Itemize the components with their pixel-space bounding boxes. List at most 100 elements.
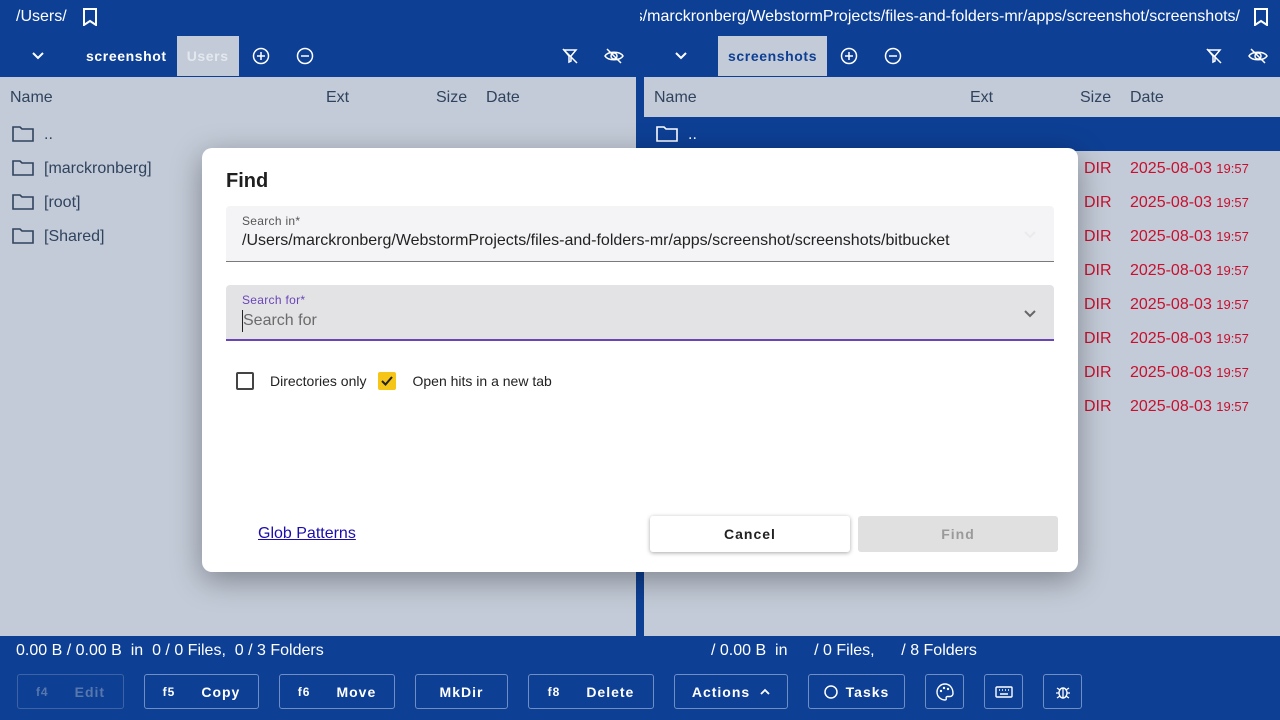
file-name: [root] [44, 194, 81, 211]
delete-button[interactable]: f8 Delete [528, 674, 654, 709]
column-date[interactable]: Date [486, 89, 520, 107]
chevron-up-icon [760, 688, 770, 695]
tab-users[interactable]: Users [176, 35, 239, 76]
cancel-button[interactable]: Cancel [650, 516, 850, 552]
table-row[interactable]: .. [0, 117, 636, 151]
plus-circle-icon [840, 47, 858, 64]
folder-icon [12, 126, 34, 142]
folder-icon [12, 228, 34, 244]
directories-only-checkbox[interactable] [236, 372, 254, 390]
folder-icon [12, 160, 34, 176]
glob-patterns-link[interactable]: Glob Patterns [258, 525, 356, 543]
find-dialog: Find Search in* /Users/marckronberg/Webs… [202, 148, 1078, 572]
right-path-bar: /Users/marckronberg/WebstormProjects/fil… [640, 0, 1280, 34]
file-date: 2025-08-03 19:57 [1130, 296, 1249, 313]
file-date: 2025-08-03 19:57 [1130, 228, 1249, 245]
directories-only-label[interactable]: Directories only [270, 373, 366, 389]
right-tabs-menu-button[interactable] [644, 36, 718, 76]
clear-filter-button[interactable] [1192, 36, 1236, 76]
column-ext[interactable]: Ext [970, 89, 993, 107]
filter-off-icon [562, 47, 578, 64]
chevron-down-icon [675, 51, 687, 59]
column-name[interactable]: Name [654, 89, 697, 107]
toggle-hidden-button[interactable] [1236, 36, 1280, 76]
options-row: Directories only Open hits in a new tab [236, 372, 552, 390]
column-name[interactable]: Name [10, 89, 53, 107]
mkdir-button[interactable]: MkDir [415, 674, 508, 709]
chevron-down-icon[interactable] [1020, 303, 1040, 323]
folder-icon [12, 194, 34, 210]
move-button[interactable]: f6 Move [279, 674, 395, 709]
palette-icon [935, 682, 954, 701]
file-date: 2025-08-03 19:57 [1130, 194, 1249, 211]
tab-screenshot[interactable]: screenshot [76, 36, 177, 76]
file-size: DIR [1084, 330, 1112, 347]
left-status: 0.00 B / 0.00 B in 0 / 0 Files, 0 / 3 Fo… [16, 642, 324, 659]
open-new-tab-checkbox[interactable] [378, 372, 397, 390]
minus-circle-icon [296, 47, 313, 64]
column-size[interactable]: Size [1080, 89, 1111, 107]
table-row[interactable]: .. [644, 117, 1280, 151]
file-size: DIR [1084, 364, 1112, 381]
tasks-button[interactable]: Tasks [808, 674, 905, 709]
right-path-text[interactable]: /Users/marckronberg/WebstormProjects/fil… [640, 8, 1240, 26]
column-date[interactable]: Date [1130, 89, 1164, 107]
find-button[interactable]: Find [858, 516, 1058, 552]
file-date: 2025-08-03 19:57 [1130, 364, 1249, 381]
file-name: [Shared] [44, 228, 105, 245]
open-new-tab-label[interactable]: Open hits in a new tab [412, 373, 551, 389]
file-name: .. [688, 126, 697, 143]
search-for-field[interactable]: Search for* [226, 285, 1054, 341]
dialog-title: Find [226, 170, 269, 192]
search-in-label: Search in* [242, 214, 301, 228]
file-size: DIR [1084, 262, 1112, 279]
plus-circle-icon [252, 47, 269, 64]
file-date: 2025-08-03 19:57 [1130, 398, 1249, 415]
file-size: DIR [1084, 194, 1112, 211]
file-date: 2025-08-03 19:57 [1130, 262, 1249, 279]
remove-tab-button[interactable] [871, 36, 915, 76]
left-tab-bar: screenshot Users [0, 34, 636, 77]
file-size: DIR [1084, 398, 1112, 415]
column-header: Name Ext Size Date [0, 77, 636, 117]
search-in-field[interactable]: Search in* /Users/marckronberg/WebstormP… [226, 206, 1054, 262]
search-for-input[interactable] [242, 310, 1002, 332]
search-for-label: Search for* [242, 293, 306, 307]
toggle-hidden-button[interactable] [592, 36, 636, 76]
edit-button[interactable]: f4 Edit [17, 674, 124, 709]
bookmark-icon[interactable] [1250, 6, 1272, 28]
chevron-down-icon [32, 51, 44, 59]
add-tab-button[interactable] [827, 36, 871, 76]
tab-screenshots[interactable]: screenshots [718, 35, 828, 76]
minus-circle-icon [884, 47, 902, 64]
bookmark-icon[interactable] [79, 6, 101, 28]
add-tab-button[interactable] [239, 36, 283, 76]
theme-button[interactable] [925, 674, 964, 709]
file-size: DIR [1084, 296, 1112, 313]
keyboard-button[interactable] [984, 674, 1023, 709]
left-path-text[interactable]: /Users/ [16, 8, 67, 26]
clear-filter-button[interactable] [548, 36, 592, 76]
debug-button[interactable] [1043, 674, 1082, 709]
actions-button[interactable]: Actions [674, 674, 788, 709]
column-ext[interactable]: Ext [326, 89, 349, 107]
file-size: DIR [1084, 228, 1112, 245]
file-date: 2025-08-03 19:57 [1130, 330, 1249, 347]
copy-button[interactable]: f5 Copy [144, 674, 259, 709]
remove-tab-button[interactable] [283, 36, 327, 76]
bug-icon [1055, 686, 1070, 699]
left-path-bar: /Users/ [0, 0, 640, 34]
eye-off-icon [1248, 47, 1268, 64]
search-in-value[interactable]: /Users/marckronberg/WebstormProjects/fil… [242, 232, 1002, 250]
left-tabs-menu-button[interactable] [0, 36, 76, 76]
file-date: 2025-08-03 19:57 [1130, 160, 1249, 177]
file-name: .. [44, 126, 53, 143]
folder-icon [656, 126, 678, 142]
check-icon [381, 376, 394, 386]
right-tab-bar: screenshots [644, 34, 1280, 77]
column-size[interactable]: Size [436, 89, 467, 107]
eye-off-icon [604, 47, 624, 64]
right-status: / 0.00 B in / 0 Files, / 8 Folders [711, 642, 977, 659]
file-name: [marckronberg] [44, 160, 152, 177]
chevron-down-icon[interactable] [1020, 224, 1040, 244]
